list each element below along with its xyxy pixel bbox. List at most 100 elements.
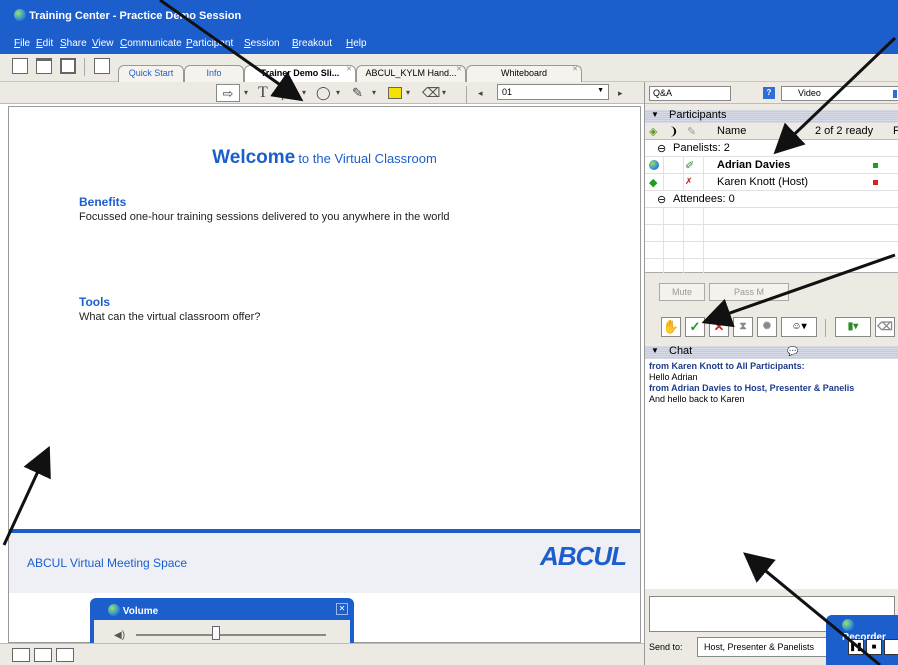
chevron-down-icon[interactable]: ▾ (302, 84, 306, 102)
slide-welcome: Welcome to the Virtual Classroom (212, 147, 437, 168)
benefits-text: Focussed one-hour training sessions deli… (79, 211, 450, 223)
qa-tab[interactable]: Q&A (649, 86, 731, 101)
menu-help[interactable]: Help (346, 38, 367, 49)
name-column[interactable]: Name (717, 125, 746, 137)
collapse-icon[interactable]: ⊖ (657, 193, 666, 206)
participants-list: ◈ ❩ ✎ Name 2 of 2 ready F ⊖ Panelists: 2… (645, 123, 898, 273)
document-icon[interactable] (12, 58, 28, 74)
globe-icon (14, 9, 26, 21)
eraser-icon[interactable]: ⌫ (875, 317, 895, 337)
panelists-group[interactable]: ⊖ Panelists: 2 (645, 140, 898, 157)
tab-trainer-demo-slides[interactable]: Trainer Demo Sli... ✕ (244, 65, 356, 83)
globe-icon (649, 159, 659, 171)
video-tab[interactable]: Video (781, 86, 898, 101)
tab-abcul-handout[interactable]: ABCUL_KYLM Hand... ✕ (356, 65, 466, 82)
poll-chart-icon[interactable]: ▮▾ (835, 317, 871, 337)
menu-view[interactable]: View (92, 38, 114, 49)
menu-session[interactable]: Session (244, 38, 280, 49)
chevron-down-icon[interactable]: ▾ (442, 84, 446, 102)
attendees-group[interactable]: ⊖ Attendees: 0 (645, 191, 898, 208)
tab-quick-start[interactable]: Quick Start (118, 65, 184, 82)
tools-text: What can the virtual classroom offer? (79, 311, 261, 323)
slide-footer: ABCUL Virtual Meeting Space ABCUL (9, 533, 640, 593)
list-item[interactable]: ◆ ✗ Karen Knott (Host) (645, 174, 898, 191)
next-page-icon[interactable]: ▸ (618, 84, 623, 102)
eraser-tool-icon[interactable]: ⌫ (422, 84, 440, 102)
globe-icon (108, 604, 120, 616)
benefits-heading: Benefits (79, 195, 127, 209)
chat-messages: from Karen Knott to All Participants: He… (645, 359, 898, 589)
host-diamond-icon: ◆ (649, 177, 658, 189)
collapse-icon[interactable]: ▼ (651, 346, 659, 355)
chevron-down-icon[interactable]: ▾ (372, 84, 376, 102)
list-item[interactable]: ✐ Adrian Davies (645, 157, 898, 174)
close-icon[interactable]: ✕ (346, 65, 352, 73)
chat-panel-header[interactable]: ▼ Chat 💬 (645, 345, 898, 359)
text-tool-icon[interactable]: T (258, 84, 268, 102)
tools-heading: Tools (79, 295, 111, 309)
status-icon: ◈ (649, 126, 658, 138)
pause-icon[interactable]: ❚❚ (848, 639, 864, 655)
abcul-logo: ABCUL (540, 541, 627, 571)
recorder-panel: Recorder ❚❚ ■ (826, 615, 898, 665)
raise-hand-icon[interactable]: ✋ (661, 317, 681, 337)
globe-icon (842, 619, 854, 631)
ellipse-tool-icon[interactable]: ◯ (316, 84, 331, 102)
menu-participant[interactable]: Participant (186, 38, 233, 49)
chevron-down-icon[interactable]: ▾ (336, 84, 340, 102)
layout-split-icon[interactable] (34, 648, 52, 662)
participants-panel-header[interactable]: ▼ Participants (645, 109, 898, 123)
layout-bar (0, 643, 644, 665)
previous-page-icon[interactable]: ◂ (478, 84, 483, 102)
line-tool-icon[interactable]: ╱ (282, 84, 290, 102)
menu-file[interactable]: File (14, 38, 30, 49)
close-icon[interactable]: ✕ (456, 65, 462, 73)
presenter-icon: ✐ (685, 160, 695, 172)
qa-video-bar: Q&A ? Video (645, 82, 898, 104)
presentation-slide: Welcome to the Virtual Classroom Benefit… (8, 106, 641, 643)
participants-column-header: ◈ ❩ ✎ Name 2 of 2 ready F (645, 123, 898, 140)
layout-side-icon[interactable] (56, 648, 74, 662)
full-screen-icon[interactable] (60, 58, 76, 74)
chevron-down-icon: ▼ (597, 87, 604, 94)
pen-column-icon: ✎ (687, 126, 697, 138)
main-toolbar: Quick Start Info Trainer Demo Sli... ✕ AB… (0, 54, 898, 83)
record-icon[interactable] (884, 639, 898, 655)
menu-share[interactable]: Share (60, 38, 87, 49)
mic-column-icon: ❩ (669, 126, 679, 138)
page-select[interactable]: 01 ▼ (497, 84, 609, 100)
pointer-tool-icon[interactable]: ⇨ (216, 84, 240, 102)
menu-breakout[interactable]: Breakout (292, 38, 332, 49)
send-to-label: Send to: (649, 642, 683, 652)
no-x-icon[interactable]: ✕ (709, 317, 729, 337)
window-title-bar: Training Center - Practice Demo Session (0, 0, 898, 32)
applause-icon[interactable]: ✺ (757, 317, 777, 337)
menu-edit[interactable]: Edit (36, 38, 53, 49)
chevron-down-icon[interactable]: ▾ (406, 84, 410, 102)
close-icon[interactable]: ✕ (336, 603, 348, 615)
volume-slider-thumb[interactable] (211, 626, 220, 640)
annotate-icon[interactable] (94, 58, 110, 74)
tab-whiteboard[interactable]: Whiteboard ✕ (466, 65, 582, 82)
volume-slider[interactable] (136, 634, 326, 636)
help-icon[interactable]: ? (763, 87, 775, 99)
menu-communicate[interactable]: Communicate (120, 38, 182, 49)
pen-tool-icon[interactable]: ✎ (352, 84, 363, 102)
window-layout-icon[interactable] (36, 58, 52, 74)
chevron-down-icon[interactable]: ▾ (244, 84, 248, 102)
close-icon[interactable]: ✕ (572, 65, 578, 73)
emoticons-icon[interactable]: ☺▾ (781, 317, 817, 337)
collapse-icon[interactable]: ▼ (651, 110, 659, 119)
right-panel: Q&A ? Video ▼ Participants ◈ ❩ ✎ Name 2 … (644, 82, 898, 665)
speaker-icon: ◀) (114, 630, 126, 641)
tab-info[interactable]: Info (184, 65, 244, 82)
highlighter-color-icon[interactable] (388, 87, 402, 99)
collapse-icon[interactable]: ⊖ (657, 142, 666, 155)
yes-check-icon[interactable]: ✓ (685, 317, 705, 337)
mute-button[interactable]: Mute (659, 283, 705, 301)
speed-icon[interactable]: ⧗ (733, 317, 753, 337)
drawing-toolbar: ⇨ ▾ T ╱ ▾ ◯ ▾ ✎ ▾ ▾ ⌫ ▾ ◂ 01 ▼ ▸ (0, 82, 644, 104)
layout-single-icon[interactable] (12, 648, 30, 662)
stop-icon[interactable]: ■ (866, 639, 882, 655)
pass-ball-button[interactable]: Pass M (709, 283, 789, 301)
